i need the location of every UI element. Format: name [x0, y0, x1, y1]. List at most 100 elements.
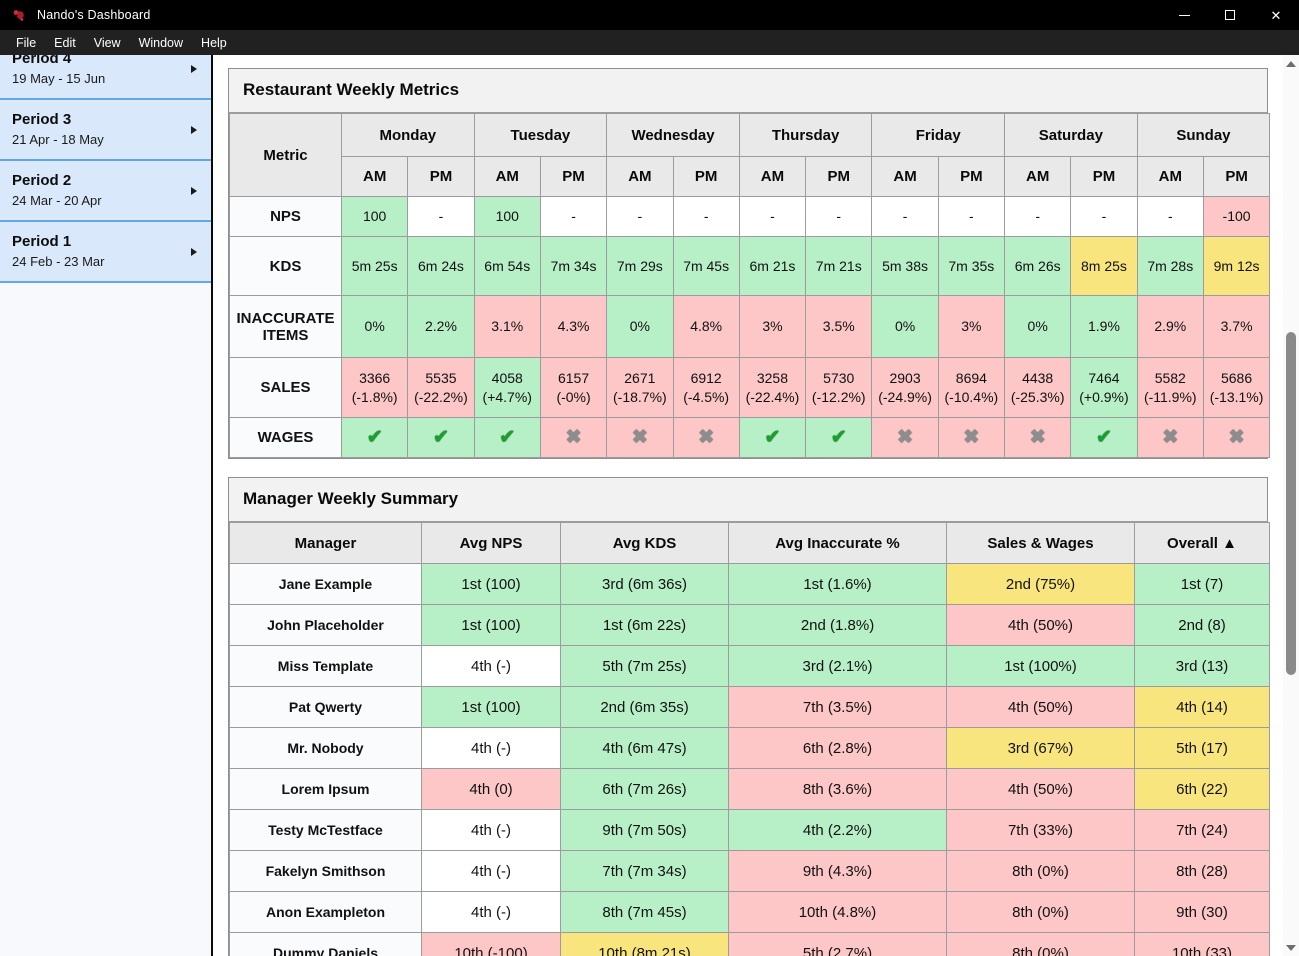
window-title: Nando's Dashboard [37, 8, 151, 22]
summary-cell: 3rd (13) [1135, 646, 1270, 687]
metric-cell: 4.8% [673, 296, 739, 358]
metric-cell: ✖ [872, 418, 938, 458]
wednesday-am-header: AM [607, 157, 673, 197]
summary-cell: 5th (17) [1135, 728, 1270, 769]
expand-arrow-icon[interactable] [191, 187, 197, 195]
summary-cell: 1st (100%) [947, 646, 1135, 687]
summary-cell: 1st (100) [422, 605, 561, 646]
window-controls: ✕ [1161, 0, 1299, 30]
check-icon: ✔ [831, 427, 847, 448]
sidebar-item-period-4[interactable]: Period 419 May - 15 Jun [0, 55, 211, 100]
metric-cell: 5m 25s [342, 237, 408, 296]
summary-cell: 7th (7m 34s) [561, 851, 729, 892]
vertical-scrollbar[interactable] [1283, 55, 1299, 956]
summary-cell: 8th (7m 45s) [561, 892, 729, 933]
sidebar-item-period-2[interactable]: Period 224 Mar - 20 Apr [0, 161, 211, 222]
metric-cell: - [540, 197, 606, 237]
metric-cell: 4058 (+4.7%) [474, 358, 540, 418]
metric-cell: 0% [607, 296, 673, 358]
metric-cell: 7m 28s [1137, 237, 1203, 296]
period-date-range: 21 Apr - 18 May [12, 130, 199, 149]
metric-cell: ✔ [408, 418, 474, 458]
manager-row-pat-qwerty: Pat Qwerty1st (100)2nd (6m 35s)7th (3.5%… [230, 687, 1270, 728]
metric-cell: -100 [1203, 197, 1269, 237]
metric-cell: 6m 54s [474, 237, 540, 296]
summary-cell: 2nd (1.8%) [729, 605, 947, 646]
tuesday-am-header: AM [474, 157, 540, 197]
scrollbar-thumb[interactable] [1286, 332, 1296, 675]
metric-cell: ✖ [607, 418, 673, 458]
summary-cell: 6th (7m 26s) [561, 769, 729, 810]
summary-cell: 4th (2.2%) [729, 810, 947, 851]
menu-item-window[interactable]: Window [130, 32, 192, 54]
metric-cell: ✖ [540, 418, 606, 458]
menu-item-edit[interactable]: Edit [45, 32, 85, 54]
cross-icon: ✖ [1162, 427, 1178, 448]
expand-arrow-icon[interactable] [191, 248, 197, 256]
metric-cell: 2.2% [408, 296, 474, 358]
metric-cell: 3% [739, 296, 805, 358]
summary-cell: 3rd (67%) [947, 728, 1135, 769]
sidebar-item-period-3[interactable]: Period 321 Apr - 18 May [0, 100, 211, 161]
metric-cell: - [872, 197, 938, 237]
check-icon: ✔ [433, 427, 449, 448]
metric-cell: 7m 29s [607, 237, 673, 296]
metric-column-header: Metric [230, 114, 342, 197]
metric-cell: 8m 25s [1071, 237, 1137, 296]
summary-column-header-manager[interactable]: Manager [230, 523, 422, 564]
metric-cell: - [1005, 197, 1071, 237]
summary-cell: 4th (-) [422, 728, 561, 769]
summary-column-header-avg-inaccurate[interactable]: Avg Inaccurate % [729, 523, 947, 564]
period-label: Period 3 [12, 110, 199, 130]
check-icon: ✔ [499, 427, 515, 448]
metric-cell: ✖ [938, 418, 1004, 458]
metrics-card: Restaurant Weekly Metrics MetricMondayTu… [228, 68, 1268, 459]
sunday-pm-header: PM [1203, 157, 1269, 197]
friday-am-header: AM [872, 157, 938, 197]
metric-cell: 3366 (-1.8%) [342, 358, 408, 418]
summary-cell: 1st (1.6%) [729, 564, 947, 605]
metric-label: NPS [230, 197, 342, 237]
menu-item-view[interactable]: View [85, 32, 130, 54]
maximize-button[interactable] [1207, 0, 1253, 30]
manager-name: Pat Qwerty [230, 687, 422, 728]
metric-cell: 7m 34s [540, 237, 606, 296]
metric-cell: 7m 21s [806, 237, 872, 296]
metric-row-sales: SALES3366 (-1.8%)5535 (-22.2%)4058 (+4.7… [230, 358, 1270, 418]
cross-icon: ✖ [566, 427, 582, 448]
summary-cell: 4th (-) [422, 892, 561, 933]
summary-cell: 2nd (6m 35s) [561, 687, 729, 728]
summary-cell: 4th (50%) [947, 769, 1135, 810]
manager-name: Mr. Nobody [230, 728, 422, 769]
summary-cell: 1st (6m 22s) [561, 605, 729, 646]
expand-arrow-icon[interactable] [191, 65, 197, 73]
minimize-button[interactable] [1161, 0, 1207, 30]
manager-row-jane-example: Jane Example1st (100)3rd (6m 36s)1st (1.… [230, 564, 1270, 605]
manager-name: Miss Template [230, 646, 422, 687]
cross-icon: ✖ [1229, 427, 1245, 448]
sidebar-item-period-1[interactable]: Period 124 Feb - 23 Mar [0, 222, 211, 283]
metric-cell: - [408, 197, 474, 237]
summary-column-header-overall[interactable]: Overall ▲ [1135, 523, 1270, 564]
summary-column-header-avg-nps[interactable]: Avg NPS [422, 523, 561, 564]
metric-cell: 100 [474, 197, 540, 237]
metric-cell: 3% [938, 296, 1004, 358]
summary-column-header-sales-wages[interactable]: Sales & Wages [947, 523, 1135, 564]
summary-cell: 4th (50%) [947, 687, 1135, 728]
metric-cell: - [1137, 197, 1203, 237]
summary-cell: 6th (22) [1135, 769, 1270, 810]
check-icon: ✔ [1096, 427, 1112, 448]
close-button[interactable]: ✕ [1253, 0, 1299, 30]
summary-cell: 4th (-) [422, 646, 561, 687]
summary-column-header-avg-kds[interactable]: Avg KDS [561, 523, 729, 564]
scroll-up-button[interactable] [1283, 55, 1299, 72]
scroll-down-button[interactable] [1283, 939, 1299, 956]
metric-cell: - [673, 197, 739, 237]
metric-cell: 4.3% [540, 296, 606, 358]
metric-cell: 100 [342, 197, 408, 237]
menu-item-help[interactable]: Help [192, 32, 236, 54]
summary-cell: 1st (100) [422, 687, 561, 728]
manager-name: Fakelyn Smithson [230, 851, 422, 892]
menu-item-file[interactable]: File [7, 32, 45, 54]
expand-arrow-icon[interactable] [191, 126, 197, 134]
